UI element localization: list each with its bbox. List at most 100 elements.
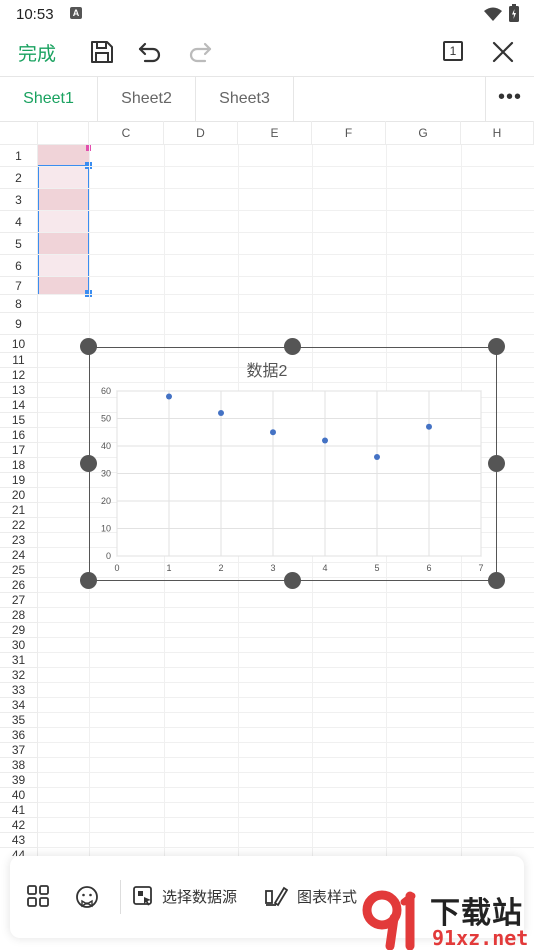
undo-icon[interactable]: [136, 38, 164, 66]
row-header[interactable]: 17: [0, 443, 38, 458]
row-header[interactable]: 1: [0, 145, 38, 167]
watermark-domain: 91xz.net: [432, 926, 529, 950]
logo-icon: [362, 890, 416, 950]
row-header[interactable]: 32: [0, 668, 38, 683]
grid-line: [38, 802, 534, 803]
row-header[interactable]: 31: [0, 653, 38, 668]
row-header[interactable]: 3: [0, 189, 38, 211]
row-header[interactable]: 13: [0, 383, 38, 398]
sheet-tabs: Sheet1 Sheet2 Sheet3 •••: [0, 76, 534, 122]
close-icon[interactable]: [489, 38, 517, 66]
row-header[interactable]: 16: [0, 428, 38, 443]
row-header[interactable]: 14: [0, 398, 38, 413]
y-tick-label: 40: [101, 441, 111, 451]
tab-sheet2[interactable]: Sheet2: [98, 77, 196, 121]
row-header[interactable]: 18: [0, 458, 38, 473]
x-tick-label: 7: [478, 563, 483, 573]
grid-line: [38, 637, 534, 638]
y-tick-label: 30: [101, 469, 111, 479]
x-tick-label: 2: [218, 563, 223, 573]
row-header[interactable]: 37: [0, 743, 38, 758]
chart-style-button[interactable]: 图表样式: [264, 880, 374, 914]
resize-handle-bottom-right[interactable]: [488, 572, 505, 589]
data-point: [322, 437, 328, 444]
more-menu-button[interactable]: •••: [485, 77, 534, 121]
resize-handle-bottom[interactable]: [284, 572, 301, 589]
row-header[interactable]: 4: [0, 211, 38, 233]
column-header[interactable]: [38, 121, 89, 145]
row-header[interactable]: 27: [0, 593, 38, 608]
column-header[interactable]: F: [312, 121, 386, 145]
x-tick-label: 4: [322, 563, 327, 573]
done-button[interactable]: 完成: [18, 39, 56, 66]
column-header[interactable]: H: [461, 121, 534, 145]
chart-title: 数据2: [246, 363, 288, 380]
corner-cell[interactable]: [0, 121, 38, 145]
row-header[interactable]: 8: [0, 295, 38, 313]
row-header[interactable]: 10: [0, 335, 38, 353]
resize-handle-top-right[interactable]: [488, 338, 505, 355]
select-data-source-label: 选择数据源: [162, 889, 238, 906]
row-header[interactable]: 6: [0, 255, 38, 277]
data-point: [426, 423, 432, 430]
column-header[interactable]: D: [164, 121, 238, 145]
row-header[interactable]: 2: [0, 167, 38, 189]
resize-handle-bottom-left[interactable]: [80, 572, 97, 589]
row-header[interactable]: 28: [0, 608, 38, 623]
y-tick-label: 20: [101, 496, 111, 506]
apps-grid-icon[interactable]: [26, 884, 50, 908]
row-header[interactable]: 39: [0, 773, 38, 788]
row-header[interactable]: 15: [0, 413, 38, 428]
x-tick-label: 6: [426, 563, 431, 573]
row-header[interactable]: 36: [0, 728, 38, 743]
row-header[interactable]: 38: [0, 758, 38, 773]
page-count-button[interactable]: 1: [443, 41, 463, 61]
assistant-icon[interactable]: [74, 884, 100, 910]
column-header[interactable]: E: [238, 121, 312, 145]
column-header[interactable]: C: [89, 121, 164, 145]
row-header[interactable]: 34: [0, 698, 38, 713]
x-tick-label: 5: [374, 563, 379, 573]
redo-icon[interactable]: [186, 38, 214, 66]
tab-sheet3[interactable]: Sheet3: [196, 77, 294, 121]
tab-sheet1[interactable]: Sheet1: [0, 77, 98, 121]
data-point: [270, 429, 276, 436]
select-data-source-button[interactable]: 选择数据源: [132, 880, 252, 914]
grid-line: [38, 772, 534, 773]
row-header[interactable]: 25: [0, 563, 38, 578]
grid-line: [38, 787, 534, 788]
resize-handle-top[interactable]: [284, 338, 301, 355]
grid-line: [38, 622, 534, 623]
status-time: 10:53: [16, 6, 54, 23]
y-tick-label: 0: [106, 551, 111, 561]
row-header[interactable]: 43: [0, 833, 38, 848]
row-header[interactable]: 44: [0, 848, 38, 856]
save-icon[interactable]: [88, 38, 116, 66]
row-header[interactable]: 5: [0, 233, 38, 255]
resize-handle-top-left[interactable]: [80, 338, 97, 355]
row-header[interactable]: 33: [0, 683, 38, 698]
row-header[interactable]: 35: [0, 713, 38, 728]
row-header[interactable]: 40: [0, 788, 38, 803]
row-header[interactable]: 29: [0, 623, 38, 638]
row-header[interactable]: 42: [0, 818, 38, 833]
tab-label: Sheet2: [121, 90, 172, 107]
row-header[interactable]: 19: [0, 473, 38, 488]
selected-cell[interactable]: [38, 145, 89, 167]
grid-line: [38, 294, 534, 295]
x-tick-label: 3: [270, 563, 275, 573]
row-header[interactable]: 23: [0, 533, 38, 548]
row-header[interactable]: 22: [0, 518, 38, 533]
row-header[interactable]: 7: [0, 277, 38, 295]
resize-handle-left[interactable]: [80, 455, 97, 472]
grid-line: [38, 727, 534, 728]
row-header[interactable]: 9: [0, 313, 38, 335]
row-header[interactable]: 41: [0, 803, 38, 818]
row-header[interactable]: 30: [0, 638, 38, 653]
row-header[interactable]: 21: [0, 503, 38, 518]
row-header[interactable]: 26: [0, 578, 38, 593]
row-header[interactable]: 24: [0, 548, 38, 563]
column-header[interactable]: G: [386, 121, 461, 145]
row-header[interactable]: 20: [0, 488, 38, 503]
grid-line: [38, 210, 534, 211]
